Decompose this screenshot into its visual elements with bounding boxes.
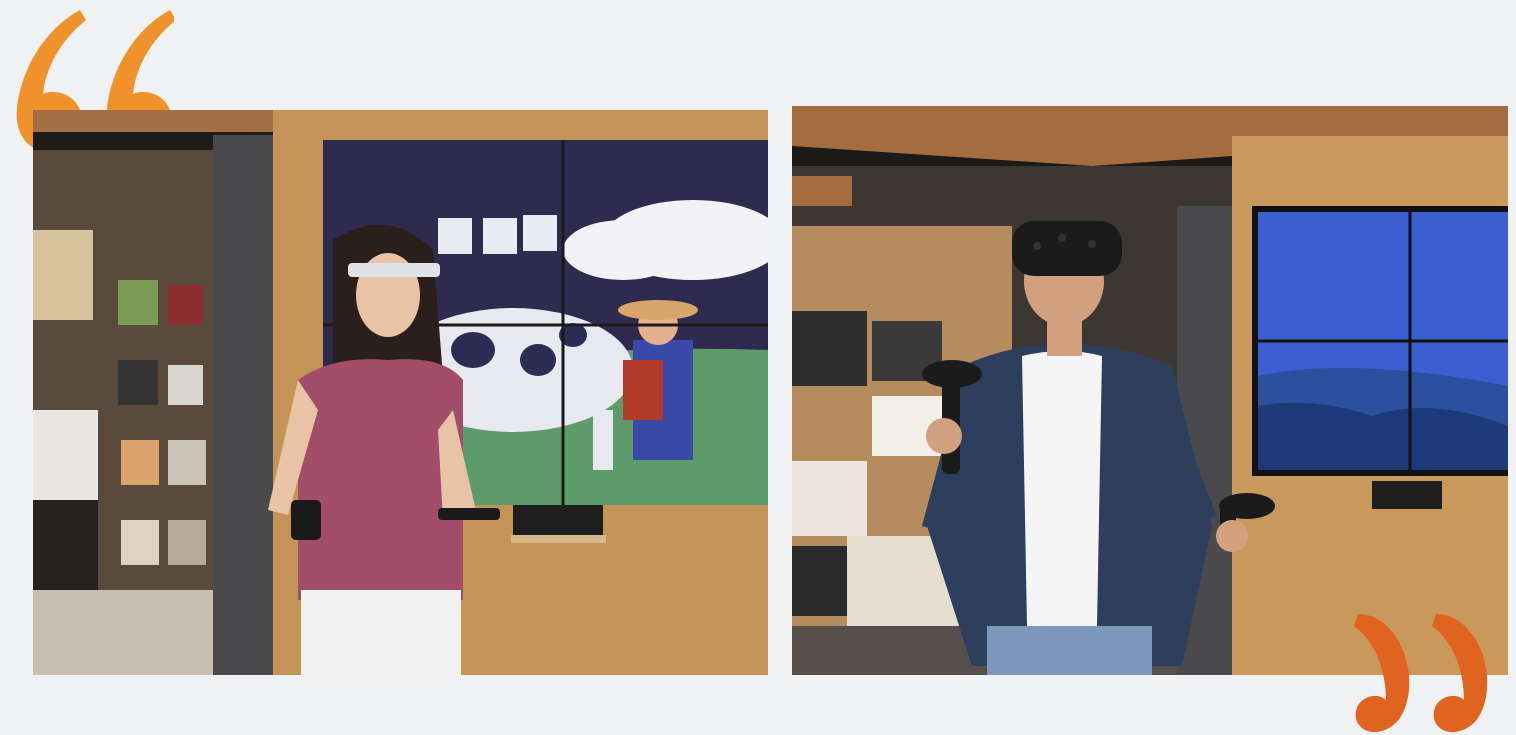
photo-vr-headset-demo [792, 106, 1508, 675]
photo-ar-glasses-demo [33, 110, 768, 675]
close-quote-icon [1354, 614, 1488, 733]
close-quote-right-mark [1432, 614, 1488, 733]
close-quote-left-mark [1354, 614, 1410, 733]
